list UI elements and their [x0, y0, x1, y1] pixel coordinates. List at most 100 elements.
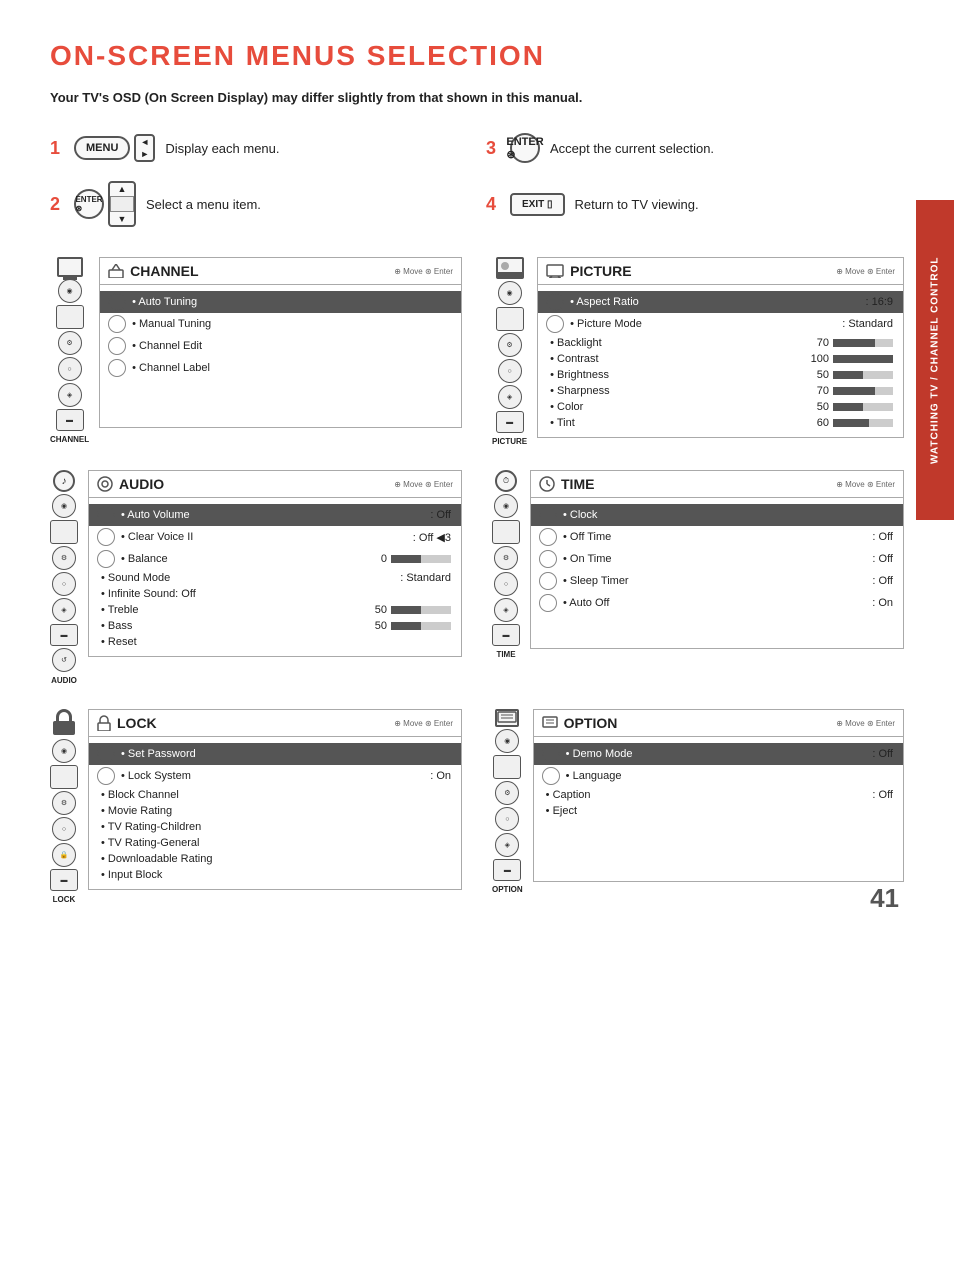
channel-item-1-label: • Manual Tuning [132, 318, 451, 330]
time-item-2-icon [539, 550, 557, 568]
picture-panel: PICTURE ⊕ Move ⊛ Enter • Aspect Ratio : … [537, 257, 904, 438]
instruction-2: 2 ENTER⊛ ▲ ▼ Select a menu item. [50, 181, 468, 227]
time-item-4-value: : On [872, 597, 893, 609]
time-title: TIME [539, 476, 594, 492]
audio-icon-1: ◉ [52, 494, 76, 518]
time-item-2-label: • On Time [563, 553, 872, 565]
lock-item-4: • TV Rating-Children [89, 819, 461, 835]
audio-item-2-icon [97, 550, 115, 568]
lock-item-0-icon [97, 745, 115, 763]
channel-item-2: • Channel Edit [100, 335, 461, 357]
option-icon-6: ▬ [493, 859, 521, 881]
audio-item-1-icon [97, 528, 115, 546]
time-spacer-2 [531, 628, 903, 642]
lock-icon-6: ▬ [50, 869, 78, 891]
audio-remote-icons: ♪ ◉ ⚙ ○ ◈ ▬ ↺ AUDIO [50, 470, 78, 685]
picture-icon-2 [496, 307, 524, 331]
instruction-1: 1 MENU ◄ ► Display each menu. [50, 133, 468, 163]
time-item-1-value: : Off [872, 531, 893, 543]
menu-button[interactable]: MENU [74, 136, 130, 160]
audio-header: AUDIO ⊕ Move ⊛ Enter [89, 471, 461, 498]
lock-icon-1: ◉ [52, 739, 76, 763]
audio-panel: AUDIO ⊕ Move ⊛ Enter • Auto Volume : Off… [88, 470, 462, 657]
subtitle: Your TV's OSD (On Screen Display) may di… [50, 90, 904, 105]
audio-title: AUDIO [97, 476, 164, 492]
monitor-icon [546, 264, 564, 278]
channel-item-1: • Manual Tuning [100, 313, 461, 335]
option-item-3: • Eject [534, 803, 903, 819]
option-remote-icons: ◉ ⚙ ○ ◈ ▬ OPTION [492, 709, 523, 894]
option-body: • Demo Mode : Off • Language • Caption :… [534, 737, 903, 881]
arrow-right[interactable]: ► [136, 148, 153, 160]
instructions-section: 1 MENU ◄ ► Display each menu. 3 ENTER⊛ A… [50, 133, 904, 227]
audio-item-1: • Clear Voice II : Off ◀3 [89, 526, 461, 548]
time-item-2-value: : Off [872, 553, 893, 565]
channel-icon-5: ◈ [58, 383, 82, 407]
arrow-down[interactable]: ▼ [110, 213, 134, 225]
lock-item-1-value: : On [430, 770, 451, 782]
picture-item-0-icon [546, 293, 564, 311]
lock-icon-5: 🔒 [52, 843, 76, 867]
speaker-osd-icon [97, 476, 113, 492]
option-item-2-value: : Off [872, 789, 893, 801]
lock-icon-2 [50, 765, 78, 789]
step-2-buttons: ENTER⊛ ▲ ▼ [74, 181, 136, 227]
audio-item-2-value: 0 [381, 553, 387, 565]
menus-grid: ◉ ⚙ ○ ◈ ▬ CHANNEL CHANNEL [50, 257, 904, 904]
channel-item-0-icon [108, 293, 126, 311]
channel-remote-icons: ◉ ⚙ ○ ◈ ▬ CHANNEL [50, 257, 89, 444]
option-panel: OPTION ⊕ Move ⊛ Enter • Demo Mode : Off … [533, 709, 904, 882]
enter-button-3[interactable]: ENTER⊛ [510, 133, 540, 163]
channel-item-1-icon [108, 315, 126, 333]
option-osd-icon [542, 716, 558, 730]
channel-spacer-3 [100, 407, 461, 421]
picture-icon-5: ◈ [498, 385, 522, 409]
audio-item-3-value: : Standard [400, 572, 451, 584]
picture-item-7-value: 60 [817, 417, 829, 429]
lock-item-6-label: • Downloadable Rating [97, 853, 451, 865]
channel-body: • Auto Tuning • Manual Tuning • Channel … [100, 285, 461, 427]
picture-controls: ⊕ Move ⊛ Enter [836, 267, 895, 276]
lock-item-3-label: • Movie Rating [97, 805, 451, 817]
picture-item-0-label: • Aspect Ratio [570, 296, 865, 308]
exit-button[interactable]: EXIT ▯ [510, 193, 565, 216]
picture-icon-4: ○ [498, 359, 522, 383]
time-item-4-label: • Auto Off [563, 597, 872, 609]
arrow-up[interactable]: ▲ [110, 183, 134, 195]
time-item-0-icon [539, 506, 557, 524]
time-remote-icons: ⏱ ◉ ⚙ ○ ◈ ▬ TIME [492, 470, 520, 659]
step-1-text: Display each menu. [165, 141, 279, 156]
time-icon: ⏱ [495, 470, 517, 492]
channel-icon-6: ▬ [56, 409, 84, 431]
audio-item-5: • Treble 50 [89, 602, 461, 618]
picture-body: • Aspect Ratio : 16:9 • Picture Mode : S… [538, 285, 903, 437]
audio-icon-4: ○ [52, 572, 76, 596]
enter-button-2[interactable]: ENTER⊛ [74, 189, 104, 219]
audio-item-5-value: 50 [375, 604, 387, 616]
time-icon-5: ◈ [494, 598, 518, 622]
page: WATCHING TV / CHANNEL CONTROL ON-SCREEN … [0, 0, 954, 944]
audio-item-6-label: • Bass [97, 620, 375, 632]
time-controls: ⊕ Move ⊛ Enter [836, 480, 895, 489]
channel-title: CHANNEL [108, 263, 198, 279]
time-item-1-icon [539, 528, 557, 546]
step-4-number: 4 [486, 194, 496, 215]
center-block [110, 196, 134, 212]
lock-item-5: • TV Rating-General [89, 835, 461, 851]
arrow-left[interactable]: ◄ [136, 136, 153, 148]
option-device-icon [497, 711, 517, 725]
audio-item-6-value: 50 [375, 620, 387, 632]
audio-item-2-bar [391, 555, 451, 563]
picture-item-6-value: 50 [817, 401, 829, 413]
option-title: OPTION [542, 715, 618, 731]
step-4-text: Return to TV viewing. [575, 197, 699, 212]
channel-item-3-icon [108, 359, 126, 377]
lock-item-1-icon [97, 767, 115, 785]
picture-section: ◉ ⚙ ○ ◈ ▬ PICTURE P [492, 257, 904, 446]
picture-item-0-value: : 16:9 [865, 296, 893, 308]
time-body: • Clock • Off Time : Off • On Time : Off [531, 498, 903, 648]
page-number: 41 [870, 883, 899, 914]
lock-item-1-label: • Lock System [121, 770, 430, 782]
speaker-icon: ♪ [53, 470, 75, 492]
tv-icon [57, 257, 83, 277]
